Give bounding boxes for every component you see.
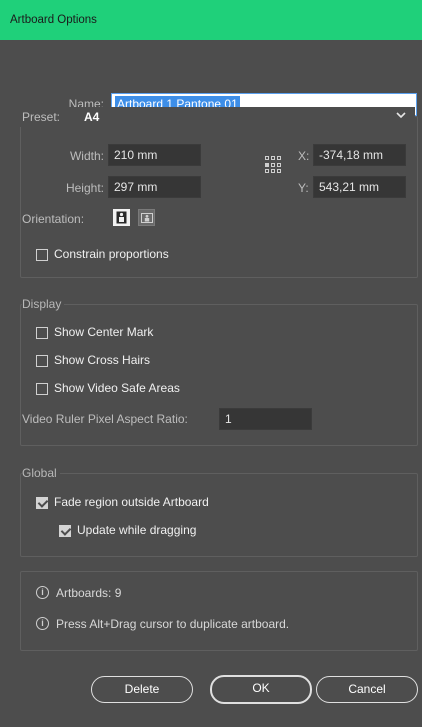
cancel-button[interactable]: Cancel — [316, 676, 418, 703]
fade-region-checkbox[interactable] — [36, 497, 48, 509]
chevron-down-icon[interactable] — [396, 108, 406, 122]
portrait-icon — [116, 211, 127, 224]
video-safe-checkbox[interactable] — [36, 383, 48, 395]
info-icon: i — [36, 617, 49, 630]
preset-label: Preset: — [22, 110, 61, 124]
portrait-button[interactable] — [113, 209, 130, 226]
delete-button[interactable]: Delete — [91, 676, 193, 703]
constrain-label: Constrain proportions — [54, 247, 169, 261]
x-label: X: — [298, 149, 310, 163]
preset-value: A4 — [84, 110, 100, 124]
ok-button[interactable]: OK — [210, 675, 312, 704]
duplicate-hint: Press Alt+Drag cursor to duplicate artbo… — [56, 617, 290, 631]
update-dragging-label: Update while dragging — [77, 523, 197, 537]
global-group — [20, 473, 418, 557]
pixel-ratio-input[interactable]: 1 — [219, 408, 312, 430]
fade-region-label: Fade region outside Artboard — [54, 495, 209, 509]
orientation-label: Orientation: — [22, 212, 85, 226]
window-title: Artboard Options — [10, 14, 97, 26]
artboards-count: Artboards: 9 — [56, 586, 122, 600]
preset-dropdown[interactable] — [20, 107, 415, 127]
x-input[interactable]: -374,18 mm — [313, 144, 406, 166]
height-label: Height: — [65, 181, 104, 195]
title-bar[interactable]: Artboard Options — [0, 0, 422, 40]
display-title: Display — [22, 297, 65, 311]
info-icon: i — [36, 586, 49, 599]
reference-point-icon[interactable] — [265, 156, 283, 174]
cross-hairs-checkbox[interactable] — [36, 355, 48, 367]
landscape-icon — [140, 212, 153, 223]
constrain-checkbox[interactable] — [36, 249, 48, 261]
pixel-ratio-label: Video Ruler Pixel Aspect Ratio: — [22, 412, 188, 426]
height-input[interactable]: 297 mm — [108, 176, 201, 198]
video-safe-label: Show Video Safe Areas — [54, 381, 180, 395]
update-dragging-checkbox[interactable] — [59, 525, 71, 537]
center-mark-label: Show Center Mark — [54, 325, 154, 339]
cross-hairs-label: Show Cross Hairs — [54, 353, 151, 367]
center-mark-checkbox[interactable] — [36, 327, 48, 339]
y-label: Y: — [298, 181, 309, 195]
y-input[interactable]: 543,21 mm — [313, 176, 406, 198]
landscape-button[interactable] — [138, 209, 155, 226]
width-input[interactable]: 210 mm — [108, 144, 201, 166]
width-label: Width: — [69, 149, 104, 163]
info-group — [20, 571, 418, 651]
global-title: Global — [22, 466, 60, 480]
